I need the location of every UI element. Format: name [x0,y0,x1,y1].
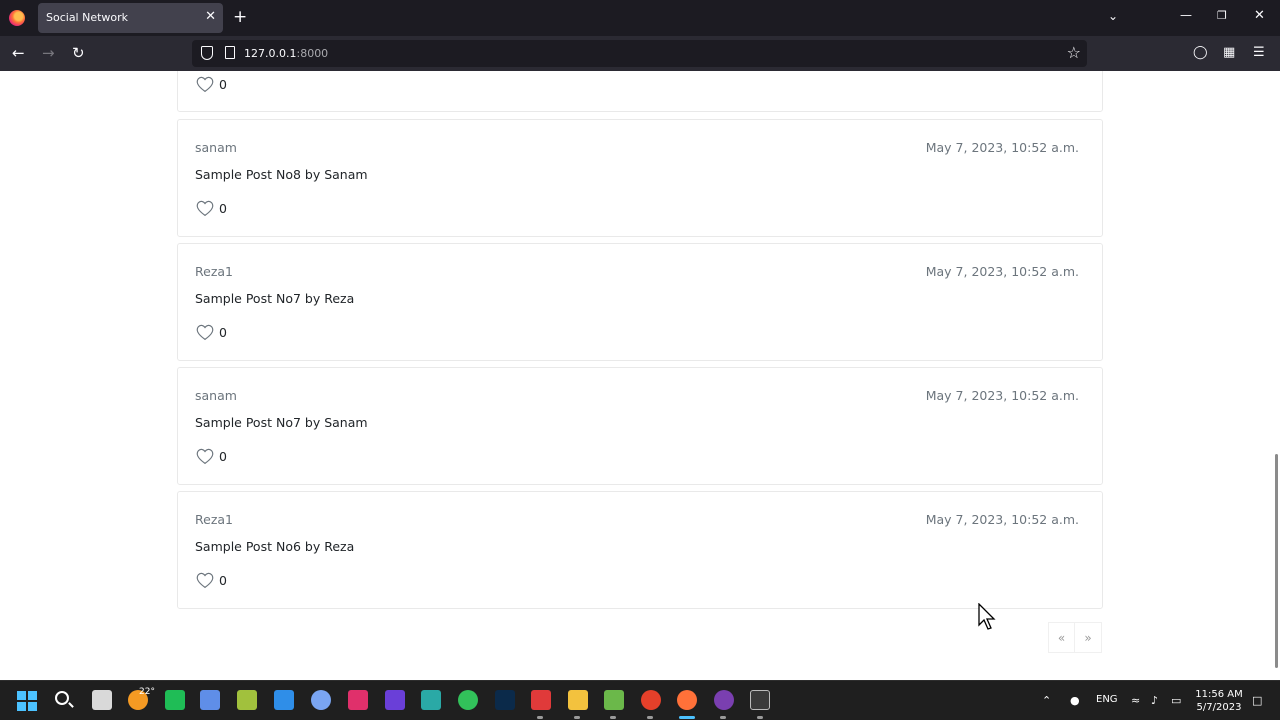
post-content: Sample Post No8 by Sanam [195,167,368,182]
codeblocks-app-icon[interactable] [531,690,551,710]
pagination-next-button[interactable]: » [1075,622,1102,653]
taskbar: 22° ⌃ ● ENG ≈ ♪ ▭ 11:56 AM 5/7/2023 □ [0,680,1280,720]
store-app-icon[interactable] [311,690,331,710]
like-count: 0 [219,324,227,340]
forward-arrow-icon[interactable]: → [42,44,55,62]
running-indicator [610,716,616,719]
new-tab-button[interactable]: + [233,7,247,27]
shield-icon[interactable] [201,46,213,60]
navigation-toolbar: ← → ↻ 127.0.0.1:8000 ☆ ◯ ▦ ☰ [0,36,1280,71]
like-count: 0 [219,572,227,588]
post-content: Sample Post No6 by Reza [195,539,355,554]
firefox-logo-icon [9,10,25,26]
post-card: sanam May 7, 2023, 10:52 a.m. Sample Pos… [177,367,1103,485]
weather-temperature: 22° [139,687,155,697]
pagination: « » [1048,622,1102,653]
post-date: May 7, 2023, 10:52 a.m. [925,388,1079,403]
tab-social-network[interactable]: Social Network ✕ [38,3,223,33]
wifi-icon[interactable]: ≈ [1131,694,1140,707]
vpn-shield-app-icon[interactable] [385,690,405,710]
refresh-app-icon[interactable] [458,690,478,710]
language-indicator[interactable]: ENG [1096,694,1118,705]
restore-icon[interactable]: ❐ [1217,9,1227,22]
active-app-indicator [679,716,695,719]
terminal-app-icon[interactable] [750,690,770,710]
post-author[interactable]: sanam [195,388,237,403]
mouse-cursor-icon [978,603,996,630]
pagination-prev-button[interactable]: « [1048,622,1075,653]
post-content: Sample Post No7 by Sanam [195,415,368,430]
like-group: 0 [195,323,227,341]
chevron-down-icon[interactable]: ⌄ [1108,9,1118,23]
heart-icon[interactable] [195,447,215,465]
reload-icon[interactable]: ↻ [72,44,85,62]
post-date: May 7, 2023, 10:52 a.m. [925,264,1079,279]
post-author[interactable]: Reza1 [195,264,233,279]
arduino-app-icon[interactable] [421,690,441,710]
page-content: 0 sanam May 7, 2023, 10:52 a.m. Sample P… [0,71,1280,680]
like-group: 0 [195,571,227,589]
running-indicator [574,716,580,719]
tab-close-icon[interactable]: ✕ [205,9,216,24]
page-scrollbar[interactable] [1275,454,1278,668]
firefox-app-icon[interactable] [677,690,697,710]
like-group: 0 [195,447,227,465]
intellij-app-icon[interactable] [348,690,368,710]
menu-icon[interactable]: ☰ [1253,45,1265,60]
task-view-icon[interactable] [92,690,112,710]
file-explorer-icon[interactable] [568,690,588,710]
clock-time: 11:56 AM [1195,689,1243,700]
address-bar[interactable]: 127.0.0.1:8000 ☆ [192,40,1087,67]
clock-date: 5/7/2023 [1196,702,1242,713]
running-indicator [537,716,543,719]
heart-icon[interactable] [195,571,215,589]
heart-icon[interactable] [195,199,215,217]
volume-icon[interactable]: ♪ [1151,694,1158,707]
excel-app-icon[interactable] [165,690,185,710]
post-date: May 7, 2023, 10:52 a.m. [925,140,1079,155]
post-card: Reza1 May 7, 2023, 10:52 a.m. Sample Pos… [177,243,1103,361]
search-icon[interactable] [55,691,69,705]
post-card: 0 [177,71,1103,112]
extensions-icon[interactable]: ▦ [1223,45,1235,60]
post-card: sanam May 7, 2023, 10:52 a.m. Sample Pos… [177,119,1103,237]
running-indicator [757,716,763,719]
pocket-icon[interactable]: ◯ [1193,45,1208,60]
browser-tab-strip: Social Network ✕ + ⌄ — ❐ ✕ [0,0,1280,36]
virtualbox-app-icon[interactable] [200,690,220,710]
url-text[interactable]: 127.0.0.1:8000 [244,47,328,60]
window-close-icon[interactable]: ✕ [1254,8,1265,23]
chrome-app-icon[interactable] [641,690,661,710]
windows-start-icon[interactable] [17,691,37,711]
running-indicator [720,716,726,719]
microphone-icon[interactable]: ● [1070,694,1080,707]
back-arrow-icon[interactable]: ← [12,44,25,62]
heart-icon[interactable] [195,323,215,341]
tray-overflow-icon[interactable]: ⌃ [1042,694,1051,707]
page-icon [225,46,235,59]
bookmark-star-icon[interactable]: ☆ [1067,43,1081,62]
running-indicator [647,716,653,719]
post-content: Sample Post No7 by Reza [195,291,355,306]
like-group: 0 [195,75,227,93]
tab-title: Social Network [46,11,129,24]
system-clock[interactable]: 11:56 AM 5/7/2023 [1190,688,1248,714]
vscode-app-icon[interactable] [274,690,294,710]
like-group: 0 [195,199,227,217]
like-count: 0 [219,76,227,92]
post-author[interactable]: Reza1 [195,512,233,527]
lambda-app-icon[interactable] [237,690,257,710]
minimize-icon[interactable]: — [1180,8,1192,22]
notepad-plus-app-icon[interactable] [604,690,624,710]
post-card: Reza1 May 7, 2023, 10:52 a.m. Sample Pos… [177,491,1103,609]
photoshop-app-icon[interactable] [495,690,515,710]
like-count: 0 [219,448,227,464]
media-player-app-icon[interactable] [714,690,734,710]
post-date: May 7, 2023, 10:52 a.m. [925,512,1079,527]
like-count: 0 [219,200,227,216]
battery-icon[interactable]: ▭ [1171,694,1181,707]
heart-icon[interactable] [195,75,215,93]
post-author[interactable]: sanam [195,140,237,155]
notification-icon[interactable]: □ [1252,694,1262,707]
